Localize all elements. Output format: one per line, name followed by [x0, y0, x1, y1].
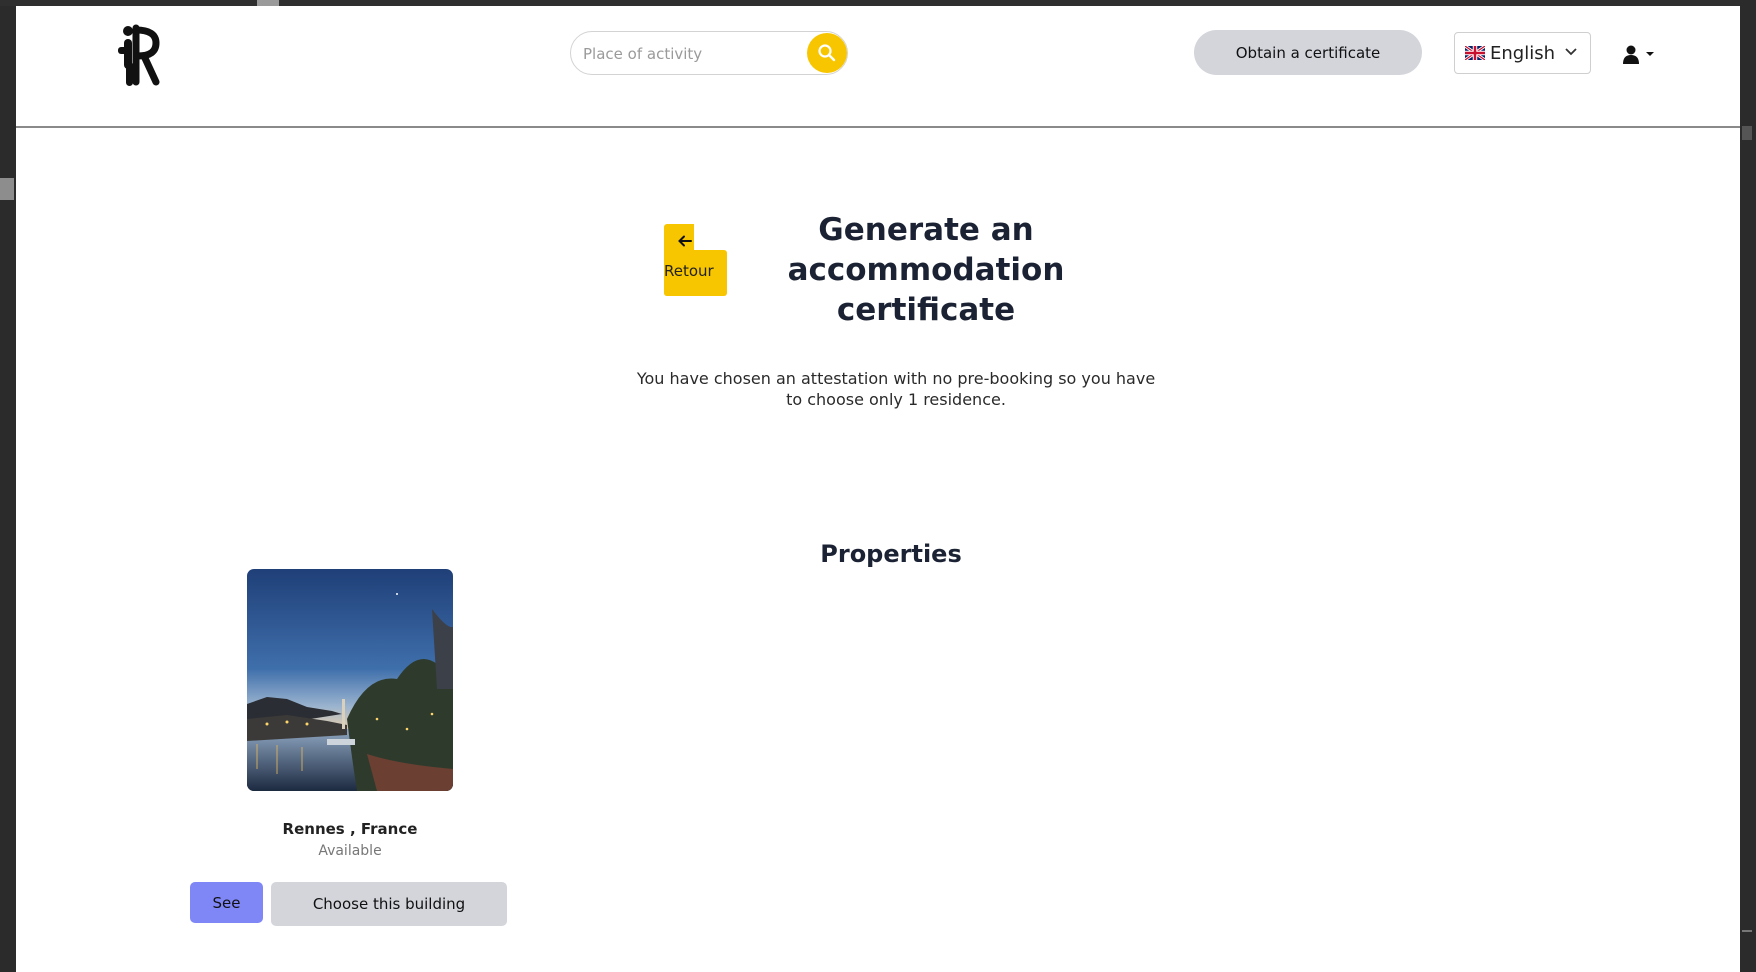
search-input[interactable]: [581, 40, 800, 68]
brand-logo[interactable]: [114, 22, 164, 86]
scroll-marker: [0, 178, 14, 200]
navbar: Obtain a certificate English: [16, 6, 1740, 128]
properties-heading: Properties: [820, 540, 962, 568]
property-image[interactable]: [247, 569, 453, 791]
search-button[interactable]: [807, 33, 847, 73]
arrow-left-icon: [678, 235, 692, 247]
logo-icon: [118, 24, 160, 86]
page: Obtain a certificate English: [16, 6, 1740, 972]
back-button[interactable]: Retour: [664, 224, 727, 296]
search-icon: [818, 44, 836, 62]
search-bar: [570, 31, 848, 75]
property-photo: [247, 569, 453, 791]
gb-flag-icon: [1465, 46, 1485, 60]
scrollbar-thumb[interactable]: [1742, 126, 1752, 140]
user-icon: [1623, 45, 1654, 64]
property-status: Available: [318, 843, 382, 859]
info-text: You have chosen an attestation with no p…: [636, 369, 1156, 409]
back-button-label: Retour: [664, 262, 714, 280]
language-select[interactable]: English: [1454, 32, 1591, 74]
language-label: English: [1490, 42, 1555, 64]
user-menu-toggle[interactable]: [1622, 44, 1662, 66]
chevron-down-icon: [1565, 48, 1577, 56]
see-property-button[interactable]: See: [190, 882, 263, 923]
window-right-edge: [1740, 0, 1756, 972]
scrollbar-tick: [1742, 930, 1752, 932]
choose-building-button[interactable]: Choose this building: [271, 882, 507, 926]
page-title: Generate an accommodation certificate: [787, 212, 1065, 328]
property-location: Rennes , France: [282, 820, 418, 838]
obtain-certificate-button[interactable]: Obtain a certificate: [1194, 30, 1422, 75]
